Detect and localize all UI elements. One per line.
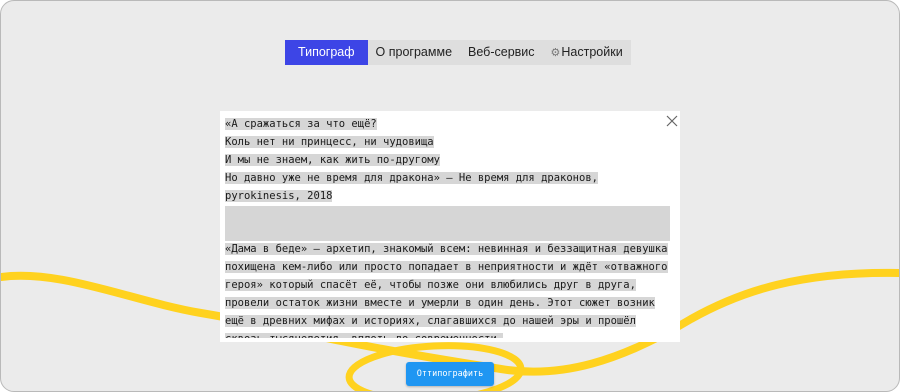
- editor-line: сквозь тысячелетия, вплоть до современно…: [225, 331, 670, 338]
- tab-settings[interactable]: ⚙Настройки: [543, 40, 631, 65]
- editor-line: И мы не знаем, как жить по-другому: [225, 153, 440, 166]
- tab-typograph[interactable]: Типограф: [285, 40, 368, 65]
- gear-icon: ⚙: [550, 47, 561, 59]
- tab-about[interactable]: О программе: [368, 40, 460, 65]
- tab-web-service[interactable]: Веб-сервис: [460, 40, 543, 65]
- tab-settings-label: Настройки: [561, 45, 623, 59]
- editor-blank-line: [225, 223, 670, 242]
- editor-line: Но давно уже не время для дракона» — Не …: [225, 171, 598, 184]
- editor-line: провели остаток жизни вместе и умерли в …: [225, 297, 655, 310]
- text-input[interactable]: «А сражаться за что ещё? Коль нет ни прин…: [225, 116, 670, 338]
- editor-line: героя» который спасёт её, чтобы позже он…: [225, 279, 636, 292]
- editor-line: похищена кем-либо или просто попадает в …: [225, 261, 668, 274]
- editor-panel: «А сражаться за что ещё? Коль нет ни прин…: [220, 111, 680, 342]
- editor-line: pyrokinesis, 2018: [225, 189, 333, 202]
- editor-line: ещё в древних мифах и историях, слагавши…: [225, 314, 636, 327]
- editor-line: «А сражаться за что ещё?: [225, 118, 377, 130]
- nav-tabs: Типограф О программе Веб-сервис ⚙Настрой…: [285, 40, 631, 65]
- app-window: Типограф О программе Веб-сервис ⚙Настрой…: [0, 0, 900, 392]
- editor-line: «Дама в беде» — архетип, знакомый всем: …: [225, 243, 668, 256]
- editor-line: Коль нет ни принцесс, ни чудовища: [225, 135, 434, 148]
- typograph-button[interactable]: Оттипографить: [406, 362, 494, 386]
- editor-blank-line: [225, 205, 670, 224]
- close-icon[interactable]: [666, 115, 678, 127]
